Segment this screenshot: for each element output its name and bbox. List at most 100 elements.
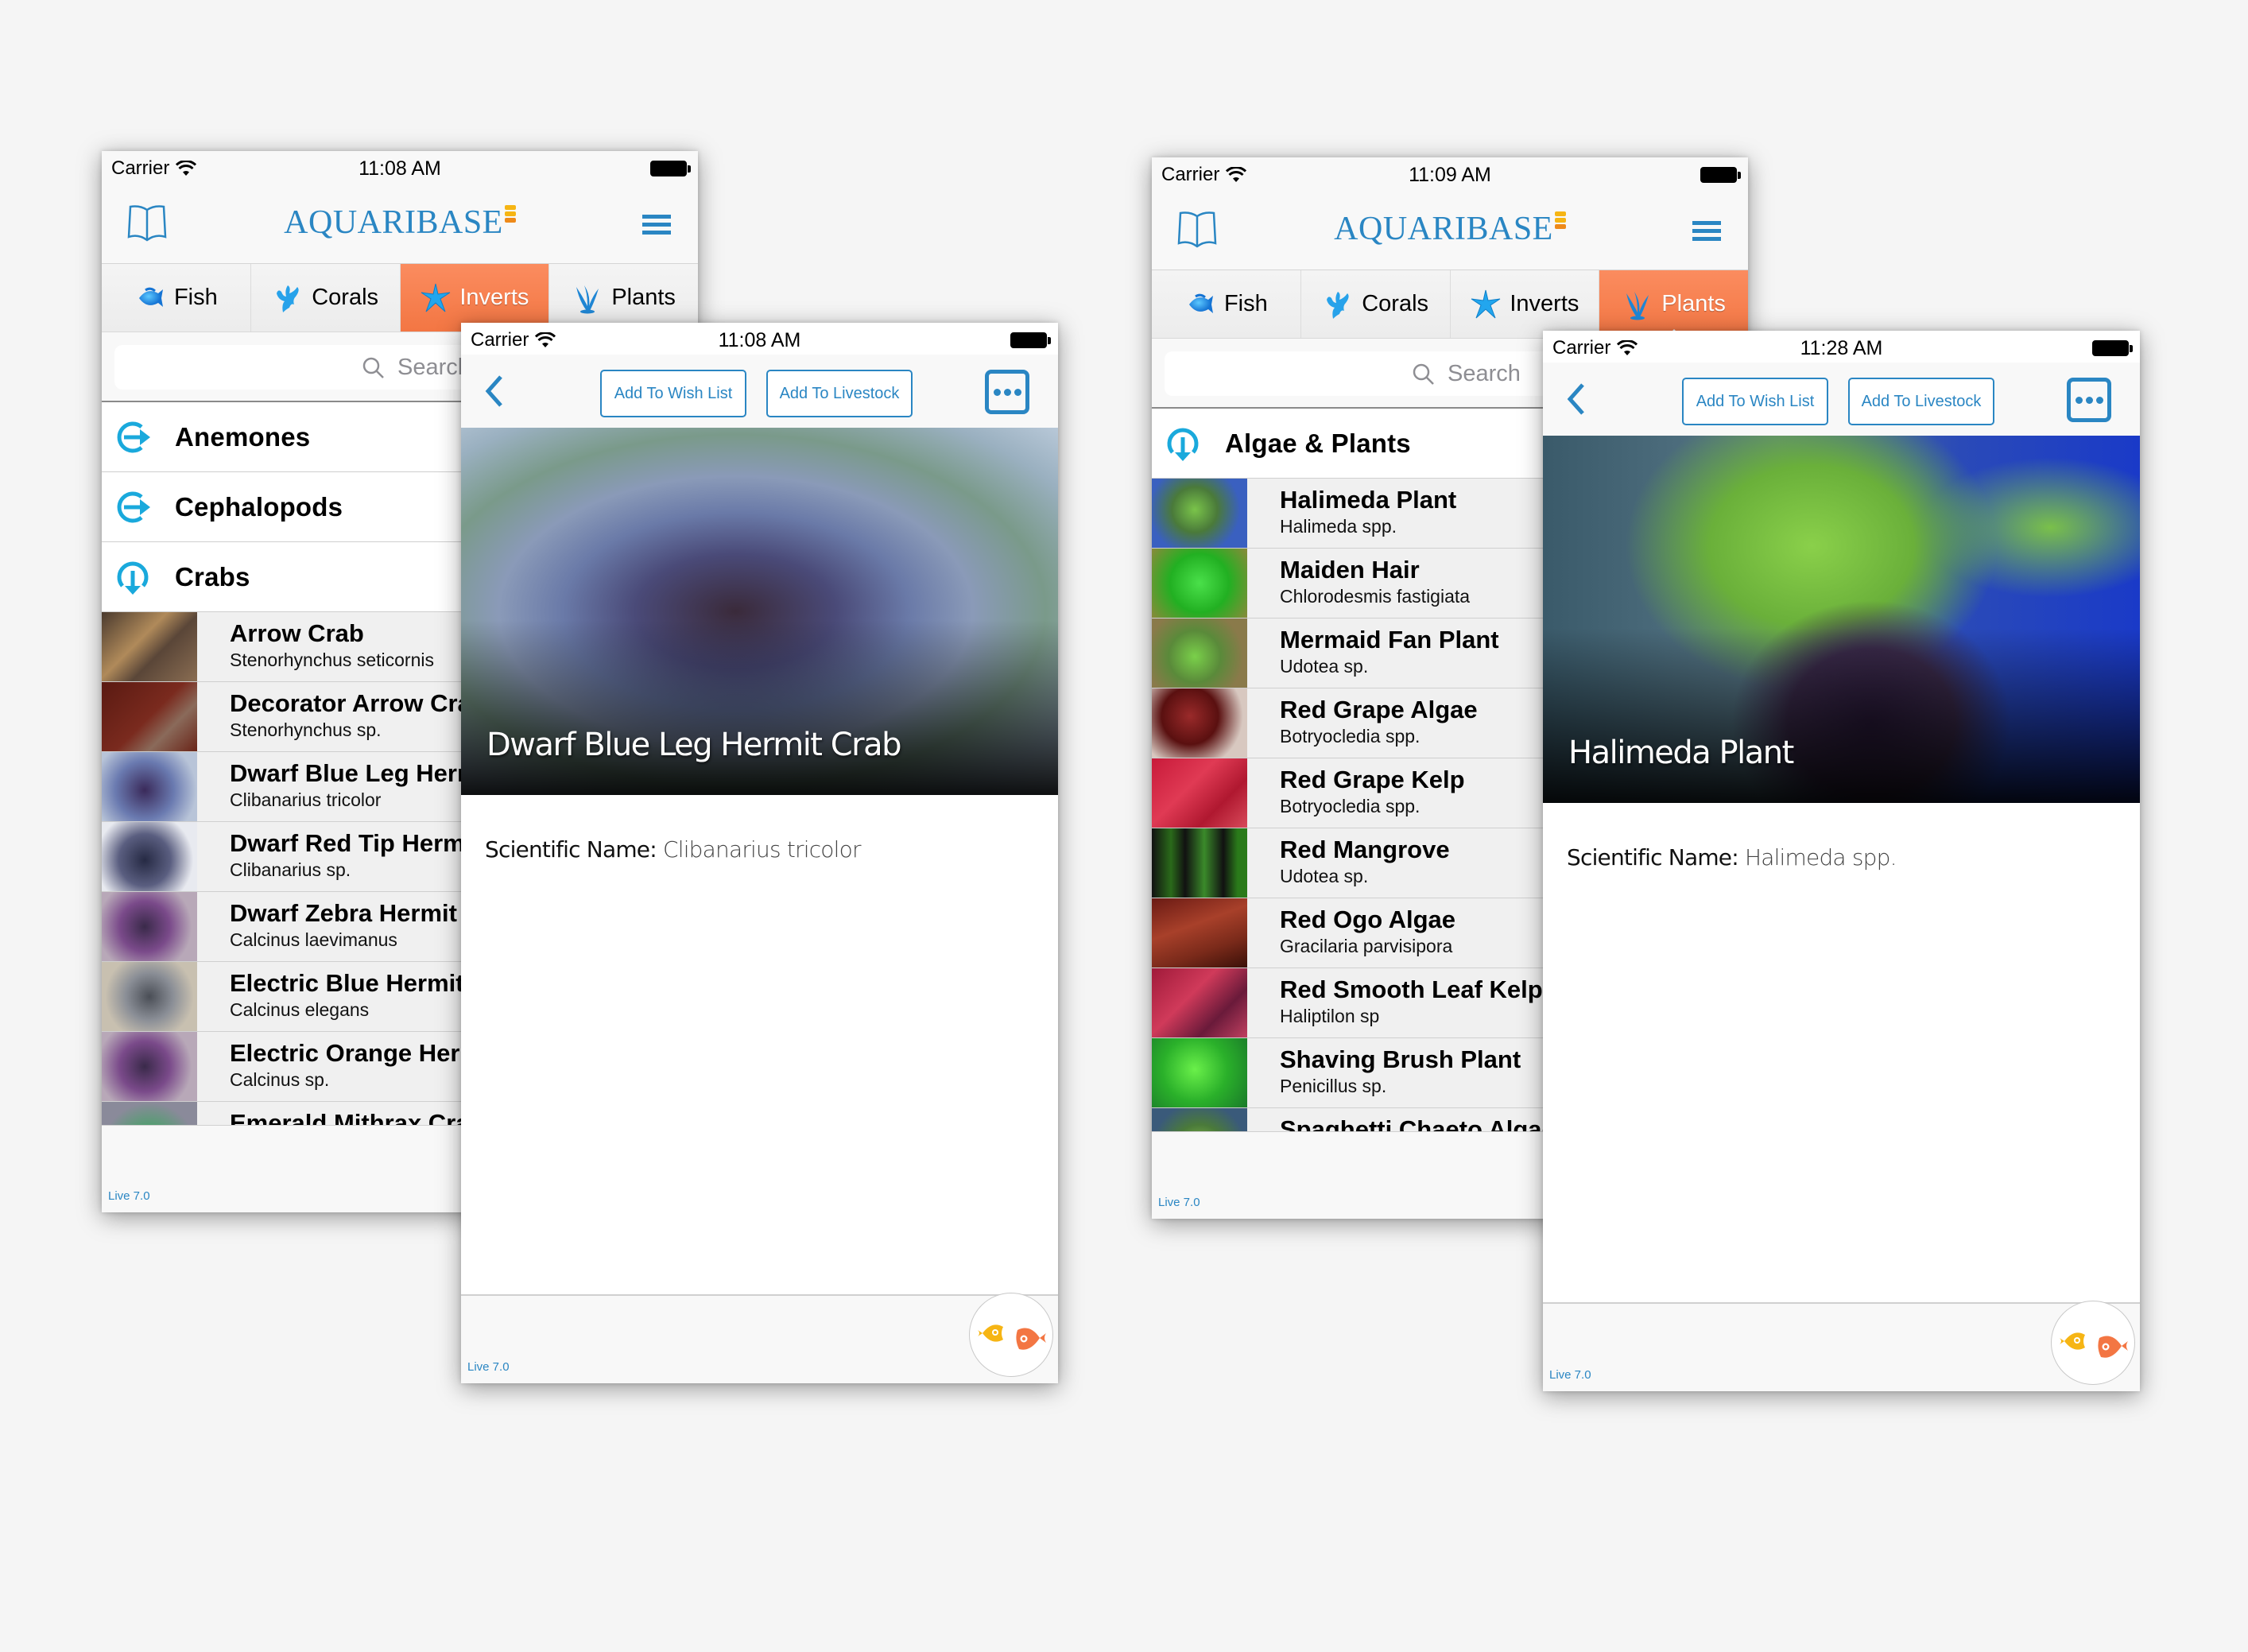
tab-plants[interactable]: Plants	[549, 264, 698, 332]
tab-corals[interactable]: Corals	[251, 264, 401, 332]
footer: Live 7.0	[461, 1293, 1058, 1383]
tab-fish[interactable]: Fish	[1152, 270, 1301, 338]
species-name: Red Ogo Algae	[1280, 905, 1456, 933]
status-bar: Carrier 11:08 AM	[461, 323, 1058, 355]
species-thumbnail	[102, 752, 197, 821]
clock: 11:09 AM	[1409, 164, 1491, 186]
species-thumbnail	[102, 612, 197, 681]
status-bar: Carrier 11:09 AM	[1152, 157, 1748, 189]
species-name: Red Grape Kelp	[1280, 766, 1465, 793]
tab-label: Fish	[1223, 291, 1268, 316]
clock: 11:28 AM	[1800, 337, 1883, 359]
species-thumbnail	[1152, 1038, 1247, 1107]
dot-icon	[2085, 396, 2093, 404]
battery-icon	[1010, 332, 1051, 348]
footer: Live 7.0	[1543, 1301, 2140, 1391]
species-thumbnail	[1152, 619, 1247, 688]
category-label: Cephalopods	[175, 491, 343, 522]
two-fish-icon	[978, 1324, 1046, 1350]
hamburger-menu-icon[interactable]	[642, 215, 671, 235]
tab-inverts[interactable]: Inverts	[1451, 270, 1600, 338]
species-scientific-name: Gracilaria parvisipora	[1280, 936, 1453, 956]
tab-label: Plants	[1661, 291, 1726, 316]
collapsed-arrow-icon	[117, 491, 150, 522]
expanded-arrow-icon	[117, 561, 149, 595]
species-name: Decorator Arrow Crab	[230, 689, 486, 717]
battery-icon	[1700, 167, 1741, 183]
version-label: Live 7.0	[1158, 1196, 1200, 1209]
species-title: Halimeda Plant	[1568, 735, 1794, 771]
app-logo: AQUARIBASE	[102, 204, 698, 242]
tab-plants[interactable]: Plants	[1599, 270, 1748, 339]
logo-text: AQUARIBASE	[284, 204, 503, 241]
search-icon	[362, 357, 384, 378]
search-placeholder-text: Search	[397, 355, 471, 380]
seaweed-icon	[572, 282, 603, 314]
back-chevron-icon[interactable]	[1565, 382, 1587, 417]
add-to-livestock-button[interactable]: Add To Livestock	[766, 370, 913, 417]
add-to-livestock-button[interactable]: Add To Livestock	[1848, 378, 1994, 425]
back-chevron-icon[interactable]	[483, 374, 506, 409]
category-tabs: Fish Corals Inverts Plants	[1152, 270, 1748, 339]
more-options-button[interactable]	[2067, 378, 2111, 422]
add-to-wishlist-button[interactable]: Add To Wish List	[600, 370, 746, 417]
add-to-wishlist-button[interactable]: Add To Wish List	[1682, 378, 1828, 425]
species-thumbnail	[1152, 898, 1247, 968]
species-name: Red Grape Algae	[1280, 696, 1478, 723]
fish-logo-button[interactable]	[2051, 1301, 2135, 1385]
tab-label: Fish	[173, 285, 218, 310]
logo-stack-icon	[1554, 211, 1566, 231]
detail-screen-hermit-crab: Carrier 11:08 AM Add To Wish List Add To…	[461, 323, 1058, 1383]
hero-gradient	[1543, 628, 2140, 803]
category-label: Crabs	[175, 561, 250, 591]
tab-label: Corals	[312, 285, 379, 310]
species-name: Mermaid Fan Plant	[1280, 626, 1499, 653]
starfish-icon	[420, 282, 452, 314]
battery-icon	[650, 161, 691, 176]
version-label: Live 7.0	[1549, 1368, 1591, 1382]
scientific-name-value: Clibanarius tricolor	[662, 836, 862, 863]
species-thumbnail	[1152, 688, 1247, 758]
clock: 11:08 AM	[359, 157, 441, 180]
fish-logo-button[interactable]	[969, 1293, 1053, 1377]
app-header: AQUARIBASE	[102, 183, 698, 264]
hero-gradient	[461, 620, 1058, 795]
tab-label: Corals	[1362, 291, 1429, 316]
dot-icon	[2075, 396, 2083, 404]
scientific-name-label: Scientific Name:	[485, 836, 657, 863]
species-thumbnail	[102, 1032, 197, 1101]
species-thumbnail	[102, 892, 197, 961]
dot-icon	[2095, 396, 2103, 404]
tab-corals[interactable]: Corals	[1301, 270, 1451, 338]
category-label: Algae & Plants	[1225, 428, 1411, 458]
hamburger-menu-icon[interactable]	[1692, 221, 1721, 242]
scientific-name-line: Scientific Name: Clibanarius tricolor	[485, 836, 861, 863]
version-label: Live 7.0	[108, 1189, 150, 1203]
two-fish-icon	[2060, 1332, 2128, 1358]
species-thumbnail	[1152, 1108, 1247, 1131]
fish-icon	[134, 282, 166, 314]
detail-screen-halimeda: Carrier 11:28 AM Add To Wish List Add To…	[1543, 331, 2140, 1391]
species-name: Arrow Crab	[230, 619, 364, 647]
logo-stack-icon	[504, 205, 516, 224]
dot-icon	[1014, 388, 1021, 396]
tab-label: Inverts	[1510, 291, 1579, 316]
scientific-name-line: Scientific Name: Halimeda spp.	[1567, 844, 1897, 871]
species-name: Spaghetti Chaeto Algae	[1280, 1115, 1556, 1131]
dot-icon	[1003, 388, 1011, 396]
species-scientific-name: Haliptilon sp	[1280, 1006, 1380, 1026]
logo-text: AQUARIBASE	[1334, 211, 1553, 247]
species-name: Shaving Brush Plant	[1280, 1045, 1521, 1073]
species-thumbnail	[1152, 549, 1247, 618]
tab-fish[interactable]: Fish	[102, 264, 251, 332]
search-placeholder: Search	[1413, 361, 1521, 387]
species-hero-image: Halimeda Plant	[1543, 436, 2140, 803]
search-placeholder-text: Search	[1448, 361, 1521, 386]
tab-inverts[interactable]: Inverts	[400, 264, 550, 332]
more-options-button[interactable]	[985, 370, 1029, 414]
species-scientific-name: Botryocledia spp.	[1280, 726, 1421, 747]
species-name: Red Mangrove	[1280, 836, 1450, 863]
collapsed-arrow-icon	[117, 421, 150, 452]
dot-icon	[993, 388, 1001, 396]
species-scientific-name: Udotea sp.	[1280, 656, 1369, 677]
